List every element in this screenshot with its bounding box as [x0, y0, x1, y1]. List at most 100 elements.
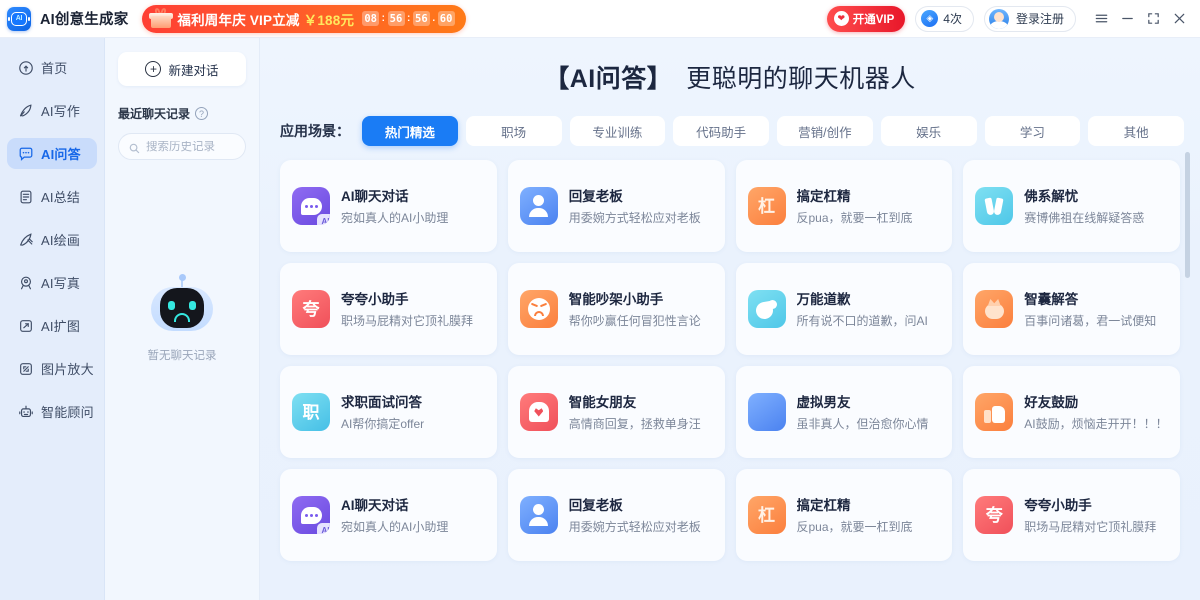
sad-robot-icon [149, 278, 215, 336]
magnify-image-icon [17, 360, 34, 377]
sidebar-item-label: AI总结 [41, 187, 80, 206]
card-universal-apology[interactable]: 万能道歉 所有说不口的道歉，问AI [736, 263, 953, 355]
sidebar-item-ai-writing[interactable]: AI写作 [7, 95, 97, 126]
card-handle-troll[interactable]: 杠 搞定杠精 反pua，就要一杠到底 [736, 160, 953, 252]
card-desc: 所有说不口的道歉，问AI [797, 313, 941, 330]
sidebar: 首页 AI写作 AI问答 [0, 38, 105, 600]
card-icon-glyph: 杠 [758, 198, 775, 215]
card-ai-girlfriend[interactable]: 智能女朋友 高情商回复，拯救单身汪 [508, 366, 725, 458]
person-icon [520, 496, 558, 534]
card-argue-assistant[interactable]: 智能吵架小助手 帮你吵赢任何冒犯性言论 [508, 263, 725, 355]
chat-dots-icon: AI [292, 496, 330, 534]
tab-study[interactable]: 学习 [985, 116, 1081, 146]
kua-glyph-icon: 夸 [975, 496, 1013, 534]
promo-amount: ￥188元 [304, 9, 355, 29]
cube-credit-icon: ◈ [921, 10, 938, 27]
tab-workplace[interactable]: 职场 [466, 116, 562, 146]
card-icon-glyph: 夸 [303, 301, 320, 318]
card-title: 万能道歉 [797, 288, 941, 308]
search-input[interactable] [146, 141, 235, 153]
heart-vip-icon: ❤ [834, 11, 849, 26]
ai-robot-logo-icon: AI [7, 7, 31, 31]
card-desc: 宛如真人的AI小助理 [341, 210, 485, 227]
card-zen-relief[interactable]: 佛系解忧 赛博佛祖在线解疑答惑 [963, 160, 1180, 252]
sidebar-item-ai-expand[interactable]: AI扩图 [7, 310, 97, 341]
card-title: 搞定杠精 [797, 494, 941, 514]
sidebar-item-label: AI绘画 [41, 230, 80, 249]
sidebar-item-label: 图片放大 [41, 359, 94, 378]
close-button[interactable] [1166, 6, 1192, 32]
card-title: 智囊解答 [1024, 288, 1168, 308]
card-praise-assistant-2[interactable]: 夸 夸夸小助手 职场马屁精对它顶礼膜拜 [963, 469, 1180, 561]
card-title: 虚拟男友 [797, 391, 941, 411]
recent-chats-header: 最近聊天记录 ? [118, 105, 246, 122]
card-reply-boss[interactable]: 回复老板 用委婉方式轻松应对老板 [508, 160, 725, 252]
robot-advisor-icon [17, 403, 34, 420]
person-icon [748, 393, 786, 431]
card-icon-badge: AI [317, 523, 330, 534]
scene-tabs: 应用场景： 热门精选 职场 专业训练 代码助手 营销/创作 娱乐 学习 其他 [260, 116, 1200, 146]
heart-box-icon [520, 393, 558, 431]
card-desc: 高情商回复，拯救单身汪 [569, 416, 713, 433]
document-icon [17, 188, 34, 205]
home-icon [17, 59, 34, 76]
card-interview-qa[interactable]: 职 求职面试问答 AI帮你搞定offer [280, 366, 497, 458]
card-friend-encouragement[interactable]: 好友鼓励 AI鼓励，烦恼走开开！！！ [963, 366, 1180, 458]
minimize-button[interactable] [1114, 6, 1140, 32]
scrollbar-track[interactable] [1190, 146, 1195, 600]
question-mark-icon[interactable]: ? [195, 107, 208, 120]
card-reply-boss-2[interactable]: 回复老板 用委婉方式轻松应对老板 [508, 469, 725, 561]
card-ai-chat[interactable]: AI AI聊天对话 宛如真人的AI小助理 [280, 160, 497, 252]
plus-circle-icon: + [145, 61, 161, 77]
sidebar-item-home[interactable]: 首页 [7, 52, 97, 83]
sidebar-item-ai-painting[interactable]: AI绘画 [7, 224, 97, 255]
sidebar-item-ai-qa[interactable]: AI问答 [7, 138, 97, 169]
account-label: 登录注册 [1016, 10, 1064, 27]
history-search[interactable] [118, 133, 246, 160]
empty-state-text: 暂无聊天记录 [148, 347, 217, 363]
maximize-button[interactable] [1140, 6, 1166, 32]
open-vip-button[interactable]: ❤ 开通VIP [827, 6, 906, 32]
card-title: 夸夸小助手 [341, 288, 485, 308]
card-praise-assistant[interactable]: 夸 夸夸小助手 职场马屁精对它顶礼膜拜 [280, 263, 497, 355]
countdown-sep-2: : [405, 13, 413, 24]
open-vip-label: 开通VIP [853, 11, 895, 27]
sidebar-item-image-upscale[interactable]: 图片放大 [7, 353, 97, 384]
card-icon-glyph: 夸 [986, 507, 1003, 524]
card-desc: 用委婉方式轻松应对老板 [569, 519, 713, 536]
cards-scroll-area[interactable]: AI AI聊天对话 宛如真人的AI小助理 回复老板 [260, 146, 1200, 600]
tab-other[interactable]: 其他 [1088, 116, 1184, 146]
gift-box-icon [148, 7, 174, 31]
tab-hot-picks[interactable]: 热门精选 [362, 116, 458, 146]
card-icon-glyph: 职 [303, 404, 320, 421]
sidebar-item-ai-summary[interactable]: AI总结 [7, 181, 97, 212]
scrollbar-thumb[interactable] [1185, 152, 1190, 278]
card-virtual-boyfriend[interactable]: 虚拟男友 虽非真人，但治愈你心情 [736, 366, 953, 458]
window-controls [1088, 6, 1192, 32]
countdown-dot: . [430, 13, 438, 24]
card-handle-troll-2[interactable]: 杠 搞定杠精 反pua，就要一杠到底 [736, 469, 953, 561]
tab-entertainment[interactable]: 娱乐 [881, 116, 977, 146]
card-icon-badge: AI [317, 214, 330, 225]
card-desc: 职场马屁精对它顶礼膜拜 [1024, 519, 1168, 536]
sidebar-item-label: AI问答 [41, 144, 81, 163]
tab-professional-training[interactable]: 专业训练 [570, 116, 666, 146]
page-title: 【AI问答】更聪明的聊天机器人 [260, 38, 1200, 95]
countdown-seconds: 56 [413, 11, 430, 26]
sidebar-item-ai-portrait[interactable]: AI写真 [7, 267, 97, 298]
card-desc: 用委婉方式轻松应对老板 [569, 210, 713, 227]
promo-banner[interactable]: 福利周年庆 VIP立减 ￥188元 08 : 56 : 56 . 60 [142, 5, 465, 33]
tab-code-assistant[interactable]: 代码助手 [673, 116, 769, 146]
brush-icon [17, 231, 34, 248]
sidebar-item-smart-advisor[interactable]: 智能顾问 [7, 396, 97, 427]
card-desc: 反pua，就要一杠到底 [797, 210, 941, 227]
credits-button[interactable]: ◈ 4次 [915, 6, 974, 32]
card-ai-chat-2[interactable]: AI AI聊天对话 宛如真人的AI小助理 [280, 469, 497, 561]
card-title: 智能女朋友 [569, 391, 713, 411]
countdown-sep-1: : [379, 13, 387, 24]
card-think-tank[interactable]: 智囊解答 百事问诸葛，君一试便知 [963, 263, 1180, 355]
new-chat-button[interactable]: + 新建对话 [118, 52, 246, 86]
menu-button[interactable] [1088, 6, 1114, 32]
tab-marketing-creation[interactable]: 营销/创作 [777, 116, 873, 146]
account-button[interactable]: 登录注册 [984, 6, 1076, 32]
